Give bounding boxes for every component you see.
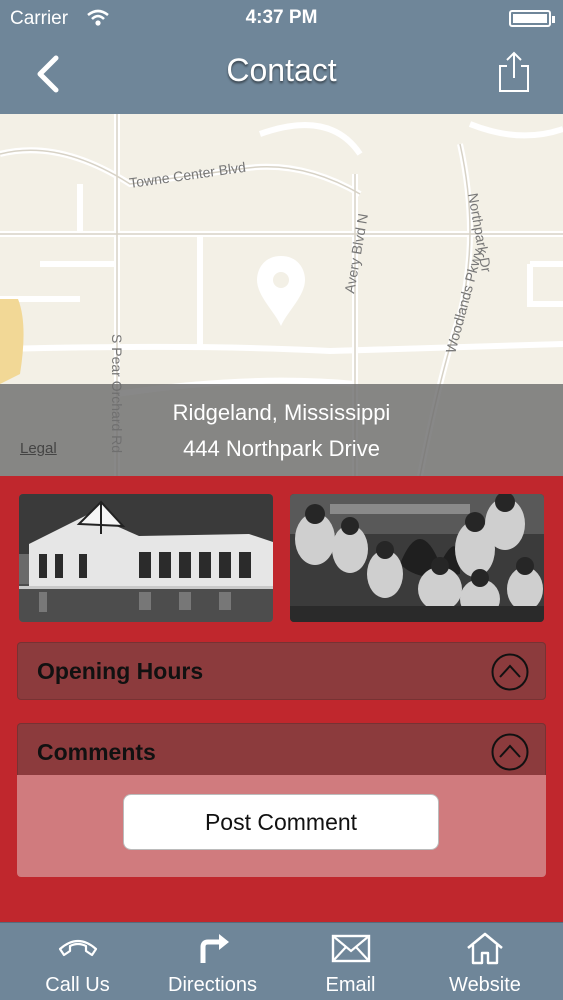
opening-hours-header[interactable]: Opening Hours — [17, 642, 546, 700]
congregation-prayer-photo[interactable] — [290, 494, 544, 622]
street-label-towne-center: Towne Center Blvd — [128, 159, 247, 191]
tab-website[interactable]: Website — [410, 923, 560, 1000]
street-label-avery: Avery Blvd N — [341, 212, 371, 294]
map-legal-link[interactable]: Legal — [20, 440, 57, 457]
address-overlay: Ridgeland, Mississippi 444 Northpark Dri… — [0, 384, 563, 476]
directions-arrow-icon — [200, 934, 229, 963]
church-building-photo[interactable] — [19, 494, 273, 622]
street-label-woodlands: Woodlands Pkwy — [442, 247, 485, 355]
location-map[interactable]: Towne Center Blvd Avery Blvd N Northpark… — [0, 114, 563, 476]
battery-icon — [509, 10, 555, 27]
tab-label: Website — [449, 974, 521, 996]
envelope-icon — [331, 934, 370, 963]
status-time: 4:37 PM — [245, 7, 318, 28]
status-bar: Carrier 4:37 PM — [0, 0, 563, 36]
page-title: Contact — [226, 52, 337, 88]
navigation-bar: Contact — [0, 40, 563, 114]
tab-email[interactable]: Email — [278, 923, 423, 1000]
post-comment-button[interactable]: Post Comment — [123, 794, 439, 850]
comments-header[interactable]: Comments — [17, 723, 546, 776]
comments-label: Comments — [37, 739, 156, 765]
top-bar: Carrier 4:37 PM Contact — [0, 0, 563, 114]
tab-label: Email — [325, 974, 376, 996]
tab-bar: Call Us Directions Email Website — [0, 922, 563, 1000]
phone-icon — [58, 939, 97, 957]
chevron-up-icon[interactable] — [491, 733, 529, 771]
map-pin-icon[interactable] — [257, 256, 305, 326]
chevron-up-icon[interactable] — [491, 653, 529, 691]
tab-label: Call Us — [45, 974, 110, 996]
address-city: Ridgeland, Mississippi — [172, 400, 391, 425]
tab-call-us[interactable]: Call Us — [0, 923, 155, 1000]
tab-label: Directions — [168, 974, 257, 996]
comments-body: Post Comment — [17, 775, 546, 877]
tab-directions[interactable]: Directions — [140, 923, 285, 1000]
share-icon[interactable] — [497, 50, 531, 94]
address-street: 444 Northpark Drive — [183, 436, 380, 461]
home-icon — [467, 932, 503, 965]
opening-hours-label: Opening Hours — [37, 658, 204, 684]
